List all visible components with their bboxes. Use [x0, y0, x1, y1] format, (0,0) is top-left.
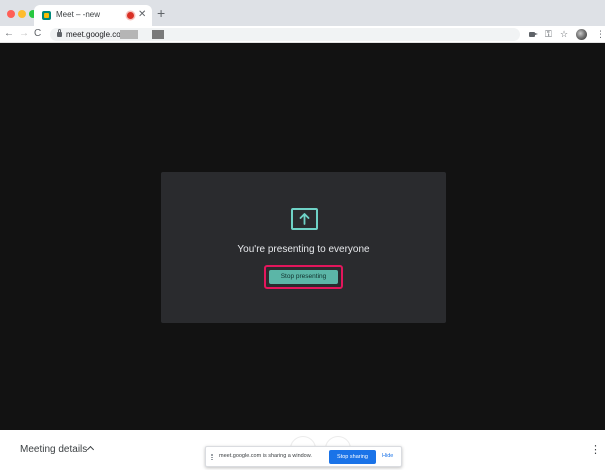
- new-tab-icon[interactable]: +: [157, 5, 165, 21]
- hide-button[interactable]: Hide: [382, 453, 393, 459]
- presenting-card: You're presenting to everyone Stop prese…: [161, 172, 446, 323]
- browser-tab-meet[interactable]: Meet – -new ✕: [34, 5, 152, 26]
- reload-icon[interactable]: C: [34, 27, 41, 41]
- sharing-message: meet.google.com is sharing a window.: [219, 453, 312, 459]
- address-bar[interactable]: meet.google.com/: [50, 28, 520, 41]
- browser-menu-icon[interactable]: ⋮: [596, 28, 605, 41]
- more-options-icon[interactable]: ⋮: [590, 444, 601, 456]
- presenting-heading: You're presenting to everyone: [237, 244, 370, 255]
- window-minimize-icon[interactable]: [18, 10, 26, 18]
- forward-arrow-icon[interactable]: →: [19, 27, 29, 41]
- profile-avatar[interactable]: [576, 29, 587, 40]
- google-meet-favicon-icon: [42, 11, 51, 20]
- back-arrow-icon[interactable]: ←: [4, 27, 14, 41]
- window-close-icon[interactable]: [7, 10, 15, 18]
- camera-in-use-icon[interactable]: [529, 32, 538, 37]
- stop-sharing-button[interactable]: Stop sharing: [329, 450, 376, 464]
- stop-presenting-highlight: Stop presenting: [264, 265, 343, 289]
- chevron-up-icon[interactable]: [86, 445, 95, 454]
- present-screen-icon: [291, 208, 318, 230]
- recording-indicator-icon: [127, 12, 134, 19]
- sharing-notification-bar: meet.google.com is sharing a window. Sto…: [205, 446, 402, 467]
- key-icon[interactable]: ⚿: [545, 28, 552, 41]
- redacted-url-segment: [152, 30, 164, 39]
- meeting-details-button[interactable]: Meeting details: [20, 444, 87, 455]
- bookmark-star-icon[interactable]: ☆: [560, 28, 568, 41]
- browser-toolbar: ← → C meet.google.com/ ⚿ ☆ ⋮: [0, 26, 605, 43]
- stop-presenting-button[interactable]: Stop presenting: [269, 270, 338, 284]
- tab-title: Meet – -new: [56, 10, 101, 19]
- meet-stage: You're presenting to everyone Stop prese…: [0, 43, 605, 430]
- tab-close-icon[interactable]: ✕: [138, 8, 146, 22]
- drag-handle-icon[interactable]: [211, 454, 213, 460]
- browser-tabstrip: Meet – -new ✕ +: [0, 0, 605, 26]
- lock-icon[interactable]: [57, 29, 62, 37]
- redacted-url-segment: [120, 30, 138, 39]
